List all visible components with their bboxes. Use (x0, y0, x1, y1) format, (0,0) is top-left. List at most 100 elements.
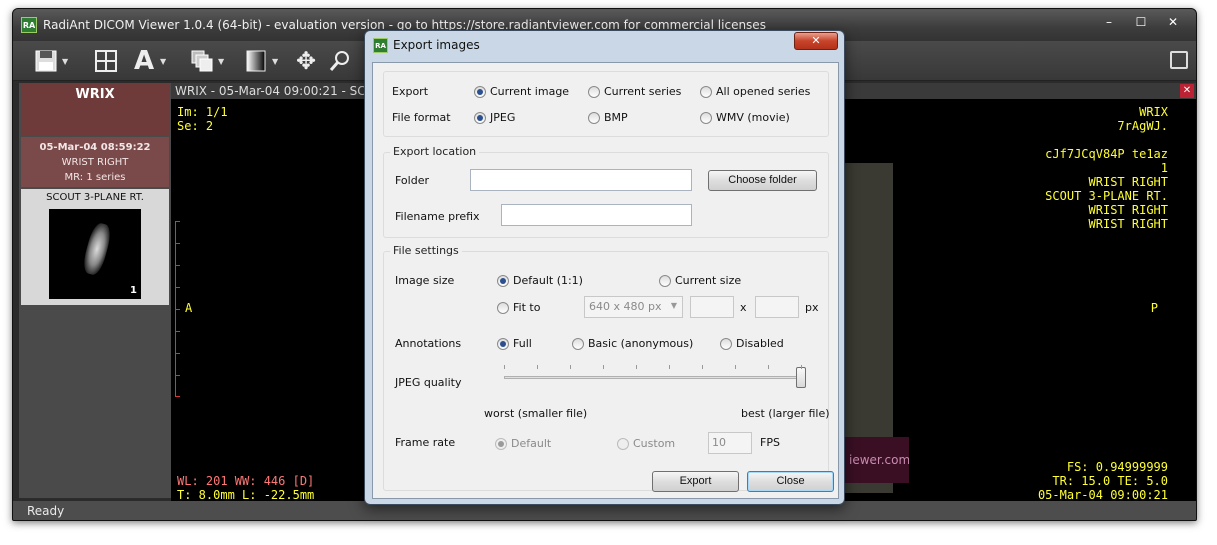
window-level-icon (243, 48, 269, 74)
folder-label: Folder (395, 174, 429, 187)
export-type-group: Export Current image Current series All … (383, 71, 829, 137)
frame-rate-default-radio[interactable]: Default (495, 437, 551, 450)
file-settings-title: File settings (390, 244, 462, 257)
annotation-tool[interactable]: A ▼ (131, 46, 166, 76)
jpeg-quality-slider[interactable] (796, 367, 806, 388)
dialog-title: Export images (393, 38, 480, 52)
fit-preset-select[interactable]: 640 x 480 px ▼ (584, 296, 683, 318)
export-current-image-radio[interactable]: Current image (474, 85, 569, 98)
field-strength: FS: 0.94999999 (1066, 460, 1168, 474)
annotations-disabled-radio[interactable]: Disabled (720, 337, 784, 350)
study-panel: WRIX 05-Mar-04 08:59:22 WRIST RIGHT MR: … (19, 83, 171, 498)
fit-height-input[interactable] (755, 296, 799, 318)
annotations-basic-radio[interactable]: Basic (anonymous) (572, 337, 693, 350)
filename-prefix-label: Filename prefix (395, 210, 480, 223)
export-location-title: Export location (390, 145, 480, 158)
dialog-app-icon: RA (373, 38, 388, 53)
quality-worst-label: worst (smaller file) (484, 407, 588, 420)
save-icon (33, 48, 59, 74)
dialog-body: Export Current image Current series All … (372, 62, 839, 499)
study-modality: MR: 1 series (64, 172, 126, 183)
wrist-image (80, 221, 114, 277)
frame-rate-custom-radio[interactable]: Custom (617, 437, 675, 450)
size-fit-to-radio[interactable]: Fit to (497, 301, 540, 314)
close-button[interactable]: ✕ (1158, 13, 1188, 33)
window-level-readout: WL: 201 WW: 446 [D] (177, 474, 315, 488)
image-size-label: Image size (395, 274, 455, 287)
format-bmp-radio[interactable]: BMP (588, 111, 628, 124)
overlay-patient-id: 7rAgWJ. (1117, 119, 1168, 133)
study-description: WRIST RIGHT (61, 157, 129, 168)
choose-folder-button[interactable]: Choose folder (708, 170, 817, 191)
annotations-full-radio[interactable]: Full (497, 337, 532, 350)
save-tool[interactable]: ▼ (33, 47, 68, 75)
layout-grid-icon (93, 48, 119, 74)
size-default-radio[interactable]: Default (1:1) (497, 274, 583, 287)
chevron-down-icon: ▼ (670, 301, 677, 310)
pan-icon: ✥ (295, 47, 317, 75)
watermark-text: iewer.com (841, 437, 909, 483)
tr-te: TR: 15.0 TE: 5.0 (1052, 474, 1168, 488)
zoom-tool[interactable] (327, 47, 353, 75)
series-image-count: 1 (130, 285, 137, 296)
app-icon: RA (21, 17, 37, 33)
viewport-close-button[interactable]: ✕ (1180, 84, 1194, 98)
minimize-button[interactable]: – (1094, 13, 1124, 33)
export-label: Export (392, 85, 429, 98)
format-wmv-radio[interactable]: WMV (movie) (700, 111, 790, 124)
export-all-series-radio[interactable]: All opened series (700, 85, 810, 98)
filename-prefix-input[interactable] (501, 204, 692, 226)
series-name: SCOUT 3-PLANE RT. (46, 192, 144, 203)
overlay-number: 1 (1160, 161, 1168, 175)
acquisition-datetime: 05-Mar-04 09:00:21 (1037, 488, 1168, 502)
export-button[interactable]: Export (652, 471, 739, 492)
window-level-tool[interactable]: ▼ (243, 47, 278, 75)
image-index: Im: 1/1 (177, 105, 228, 119)
orientation-left: A (185, 301, 193, 315)
folder-input[interactable] (470, 169, 692, 191)
study-datetime: 05-Mar-04 08:59:22 (39, 142, 151, 153)
jpeg-quality-label: JPEG quality (395, 376, 462, 389)
save-dropdown-icon[interactable]: ▼ (62, 57, 68, 66)
fps-input[interactable]: 10 (708, 432, 752, 454)
file-format-label: File format (392, 111, 451, 124)
series-index: Se: 2 (177, 119, 214, 133)
series-item[interactable]: SCOUT 3-PLANE RT. 1 (21, 189, 169, 305)
fps-unit-label: FPS (760, 436, 780, 449)
fit-width-input[interactable] (690, 296, 734, 318)
dialog-close-icon[interactable]: ✕ (794, 32, 838, 50)
maximize-button[interactable]: ☐ (1126, 13, 1156, 33)
text-annotation-icon: A (133, 46, 155, 76)
fit-px-label: px (805, 301, 819, 314)
annotation-dropdown-icon[interactable]: ▼ (160, 57, 166, 66)
quality-best-label: best (larger file) (741, 407, 830, 420)
overlay-series-desc: SCOUT 3-PLANE RT. (1045, 189, 1168, 203)
overlay-study-desc: WRIST RIGHT (1088, 175, 1168, 189)
export-location-group: Export location Folder Choose folder Fil… (383, 145, 829, 238)
jpeg-quality-track (504, 376, 804, 379)
overlay-patient: WRIX (1139, 105, 1168, 119)
overlay-body-part: WRIST RIGHT (1088, 203, 1168, 217)
close-dialog-button[interactable]: Close (747, 471, 834, 492)
study-item[interactable]: 05-Mar-04 08:59:22 WRIST RIGHT MR: 1 ser… (21, 137, 169, 187)
overlay-study-id: cJf7JCqV84P te1az (1045, 147, 1168, 161)
dialog-title-bar[interactable]: RA Export images ✕ (365, 31, 844, 59)
layout-tool[interactable] (93, 47, 119, 75)
annotations-label: Annotations (395, 337, 462, 350)
frame-rate-label: Frame rate (395, 436, 456, 449)
overlay-protocol: WRIST RIGHT (1088, 217, 1168, 231)
pan-tool[interactable]: ✥ (293, 47, 319, 75)
export-current-series-radio[interactable]: Current series (588, 85, 681, 98)
window-level-dropdown-icon[interactable]: ▼ (272, 57, 278, 66)
patient-name[interactable]: WRIX (21, 83, 169, 135)
orientation-right: P (1150, 301, 1158, 315)
format-jpeg-radio[interactable]: JPEG (474, 111, 515, 124)
zoom-icon (327, 48, 353, 74)
window-controls: – ☐ ✕ (1094, 13, 1188, 33)
series-dropdown-icon[interactable]: ▼ (218, 57, 224, 66)
series-tool[interactable]: ▼ (189, 47, 224, 75)
series-thumbnail[interactable]: 1 (49, 209, 141, 299)
fullscreen-icon[interactable] (1170, 51, 1188, 69)
series-stack-icon (189, 48, 215, 74)
size-current-radio[interactable]: Current size (659, 274, 741, 287)
